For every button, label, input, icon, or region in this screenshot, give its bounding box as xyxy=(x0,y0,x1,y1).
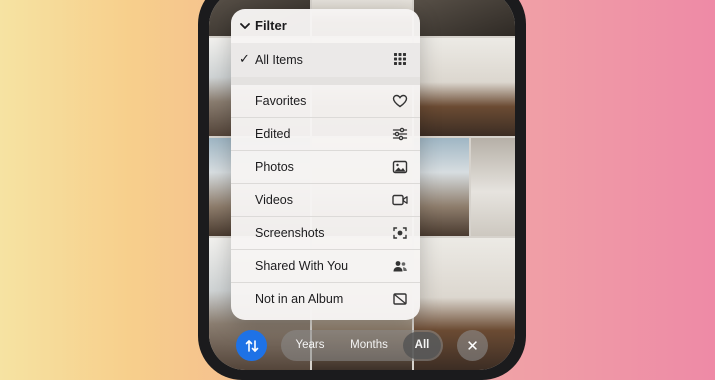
filter-item-label: Videos xyxy=(255,193,293,207)
screenshot-icon xyxy=(393,227,407,239)
photo-thumbnail[interactable] xyxy=(414,0,515,36)
chevron-down-icon xyxy=(240,23,250,29)
filter-menu-header[interactable]: Filter xyxy=(231,9,420,43)
shared-people-icon xyxy=(393,261,407,272)
filter-item-label: Favorites xyxy=(255,94,307,108)
sort-arrows-icon xyxy=(245,339,258,352)
filter-item-label: Photos xyxy=(255,160,294,174)
video-camera-icon xyxy=(392,194,408,206)
photo-thumbnail[interactable] xyxy=(471,138,515,236)
filter-item-label: Screenshots xyxy=(255,226,325,240)
no-album-icon xyxy=(393,293,407,305)
heart-icon xyxy=(392,94,408,108)
filter-item-videos[interactable]: Videos xyxy=(231,184,420,217)
grid-icon xyxy=(394,53,406,65)
photo-thumbnail[interactable] xyxy=(414,138,469,236)
menu-group-separator xyxy=(231,77,420,85)
segment-all[interactable]: All xyxy=(403,330,441,361)
filter-item-label: Edited xyxy=(255,127,291,141)
segment-years[interactable]: Years xyxy=(285,330,335,361)
filter-item-not-in-an-album[interactable]: Not in an Album xyxy=(231,283,420,316)
filter-item-photos[interactable]: Photos xyxy=(231,151,420,184)
filter-item-edited[interactable]: Edited xyxy=(231,118,420,151)
checkmark-icon: ✓ xyxy=(239,51,250,66)
filter-menu-title: Filter xyxy=(255,18,287,33)
segment-months[interactable]: Months xyxy=(341,330,397,361)
sliders-icon xyxy=(392,127,408,141)
filter-item-all-items[interactable]: ✓ All Items xyxy=(231,43,420,77)
view-segmented-control: Years Months All xyxy=(281,330,443,361)
filter-item-label: Not in an Album xyxy=(255,292,344,306)
filter-item-favorites[interactable]: Favorites xyxy=(231,85,420,118)
close-icon: ✕ xyxy=(466,336,479,355)
filter-menu: Filter ✓ All Items Favorites Edited Phot… xyxy=(231,9,420,320)
filter-item-label: All Items xyxy=(255,53,303,67)
photo-thumbnail[interactable] xyxy=(414,38,515,136)
filter-item-screenshots[interactable]: Screenshots xyxy=(231,217,420,250)
filter-item-shared-with-you[interactable]: Shared With You xyxy=(231,250,420,283)
photo-icon xyxy=(392,160,408,174)
close-button[interactable]: ✕ xyxy=(457,330,488,361)
filter-item-label: Shared With You xyxy=(255,259,349,273)
sort-button[interactable] xyxy=(236,330,267,361)
